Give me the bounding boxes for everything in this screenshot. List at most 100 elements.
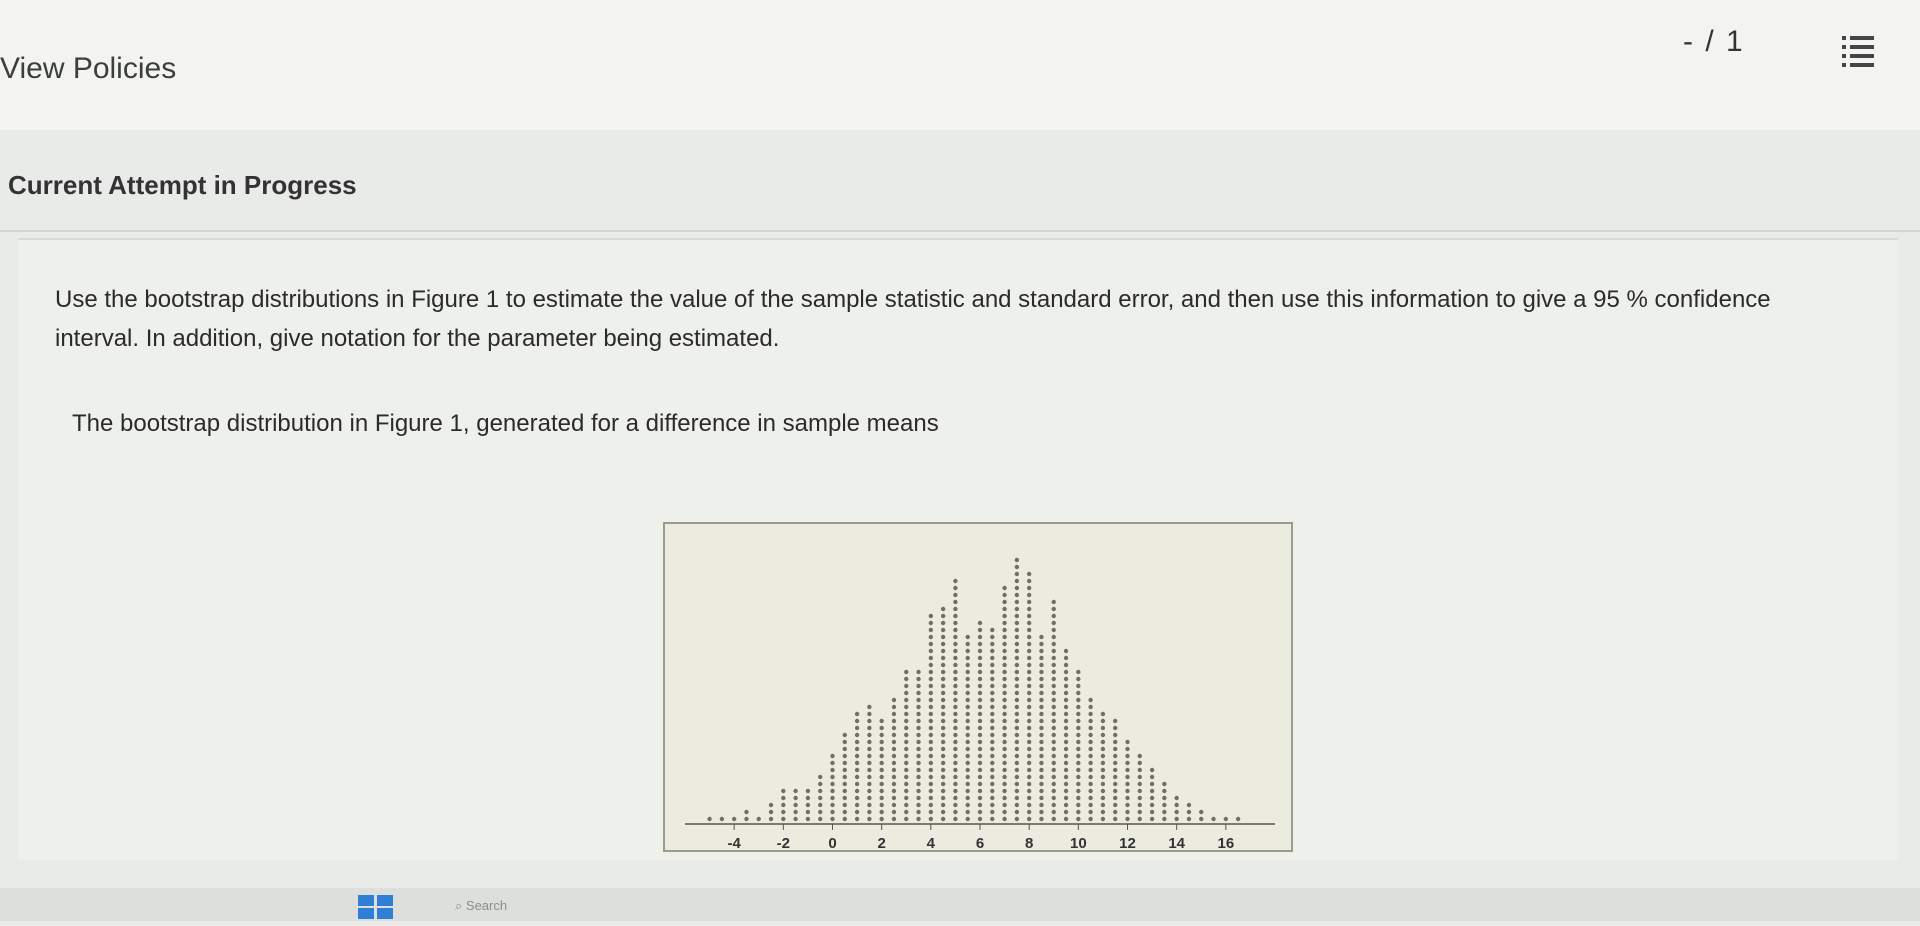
data-point xyxy=(965,732,970,738)
data-point xyxy=(1137,809,1142,815)
taskbar-search[interactable]: ⌕ Search xyxy=(455,898,507,914)
data-point xyxy=(1063,662,1069,668)
data-point xyxy=(916,746,921,752)
data-point xyxy=(1100,711,1106,717)
windows-icon[interactable] xyxy=(356,893,396,921)
data-point xyxy=(1051,760,1056,766)
data-point xyxy=(977,725,983,731)
data-point xyxy=(1026,676,1032,682)
data-point xyxy=(928,802,934,808)
data-point xyxy=(1014,676,1020,682)
data-point xyxy=(953,739,958,745)
data-point xyxy=(965,704,970,710)
data-point xyxy=(916,774,921,780)
data-point xyxy=(805,802,811,808)
data-point xyxy=(1113,795,1118,801)
data-point xyxy=(990,788,995,794)
data-point xyxy=(1063,795,1069,801)
data-point xyxy=(928,627,934,633)
data-point xyxy=(940,725,946,731)
data-point xyxy=(940,606,946,612)
data-point xyxy=(1026,606,1032,612)
data-point xyxy=(1014,802,1020,808)
data-point xyxy=(1014,641,1020,647)
data-point xyxy=(1051,641,1056,647)
view-policies-link[interactable]: View Policies xyxy=(0,52,176,86)
data-point xyxy=(1199,809,1204,815)
data-point xyxy=(1002,697,1007,703)
data-point xyxy=(1039,704,1044,710)
data-point xyxy=(707,816,712,822)
data-point xyxy=(867,767,872,773)
data-point xyxy=(1149,781,1155,787)
data-point xyxy=(1002,711,1007,717)
data-point xyxy=(879,725,884,731)
data-point xyxy=(977,809,983,815)
data-point xyxy=(904,753,909,759)
data-point xyxy=(1100,760,1106,766)
data-point xyxy=(904,816,909,822)
data-point xyxy=(904,669,909,675)
data-point xyxy=(1063,739,1069,745)
data-point xyxy=(965,802,970,808)
data-point xyxy=(1063,704,1069,710)
data-point xyxy=(965,683,970,689)
data-point xyxy=(904,718,909,724)
data-point xyxy=(1063,697,1069,703)
data-point xyxy=(953,585,958,591)
data-point xyxy=(1100,739,1106,745)
data-point xyxy=(891,781,897,787)
data-point xyxy=(916,690,921,696)
data-point xyxy=(904,711,909,717)
data-point xyxy=(1026,746,1032,752)
list-icon[interactable] xyxy=(1838,30,1878,70)
x-tick-label: 0 xyxy=(828,835,836,852)
data-point xyxy=(928,781,934,787)
data-point xyxy=(1076,760,1081,766)
data-point xyxy=(940,767,946,773)
data-point xyxy=(854,725,860,731)
data-point xyxy=(1039,753,1044,759)
data-point xyxy=(904,732,909,738)
data-point xyxy=(842,760,847,766)
data-point xyxy=(916,683,921,689)
data-point xyxy=(1149,795,1155,801)
data-point xyxy=(928,704,934,710)
data-point xyxy=(1088,746,1093,752)
data-point xyxy=(1125,753,1130,759)
x-tick-label: 8 xyxy=(1025,835,1033,852)
data-point xyxy=(830,788,835,794)
data-point xyxy=(1051,753,1056,759)
data-point xyxy=(867,753,872,759)
data-point xyxy=(904,760,909,766)
data-point xyxy=(805,809,811,815)
data-point xyxy=(990,704,995,710)
data-point xyxy=(953,816,958,822)
data-point xyxy=(1088,704,1093,710)
data-point xyxy=(1026,620,1032,626)
data-point xyxy=(1051,613,1056,619)
data-point xyxy=(1076,809,1081,815)
data-point xyxy=(1039,781,1044,787)
data-point xyxy=(781,788,786,794)
data-point xyxy=(891,767,897,773)
data-point xyxy=(1051,697,1056,703)
data-point xyxy=(1137,795,1142,801)
data-point xyxy=(1125,809,1130,815)
data-point xyxy=(1063,732,1069,738)
data-point xyxy=(1026,767,1032,773)
data-point xyxy=(1076,788,1081,794)
data-point xyxy=(1113,774,1118,780)
data-point xyxy=(830,781,835,787)
data-point xyxy=(1014,746,1020,752)
data-point xyxy=(940,718,946,724)
data-point xyxy=(953,746,958,752)
divider xyxy=(0,230,1920,232)
data-point xyxy=(1014,739,1020,745)
data-point xyxy=(781,809,786,815)
data-point xyxy=(867,802,872,808)
data-point xyxy=(1162,809,1167,815)
data-point xyxy=(830,760,835,766)
data-point xyxy=(1137,781,1142,787)
data-point xyxy=(940,802,946,808)
